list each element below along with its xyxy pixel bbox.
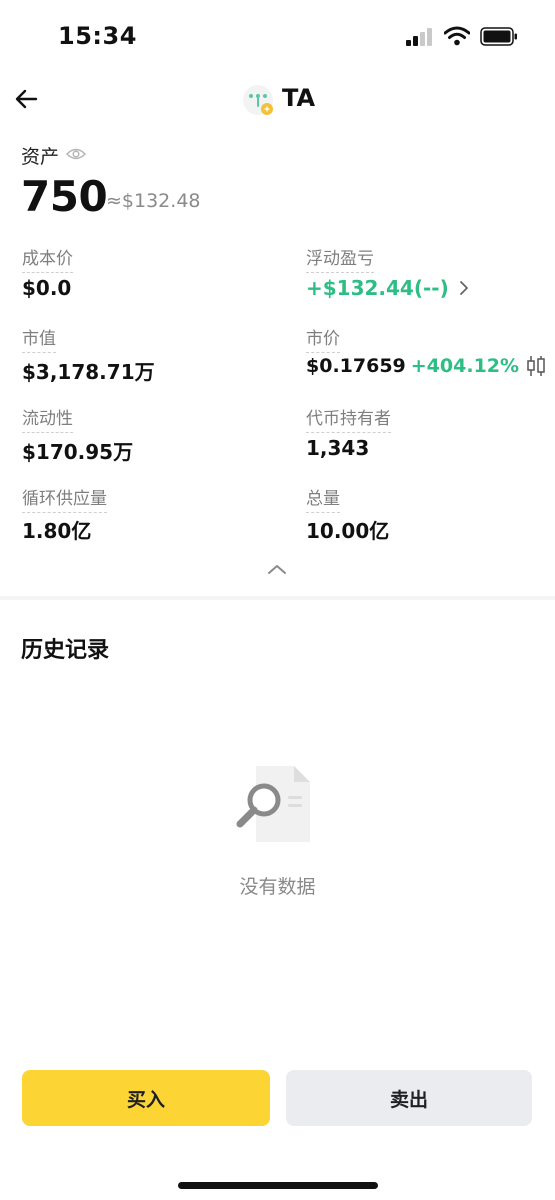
cost-price-value: $0.0 bbox=[22, 276, 72, 300]
token-logo-icon bbox=[243, 85, 273, 115]
no-data-search-document-icon bbox=[236, 766, 310, 842]
asset-label: 资产 bbox=[21, 146, 60, 168]
cellular-signal-icon bbox=[406, 28, 432, 46]
price-change-value: +404.12% bbox=[410, 355, 520, 377]
battery-icon bbox=[480, 27, 517, 46]
total-supply-value: 10.00亿 bbox=[306, 519, 390, 543]
liquidity-value: $170.95万 bbox=[22, 440, 134, 464]
market-cap-value: $3,178.71万 bbox=[22, 360, 155, 384]
circulating-supply-label: 循环供应量 bbox=[22, 484, 107, 513]
status-time: 15:34 bbox=[58, 22, 137, 50]
floating-pnl-value: +$132.44(--) bbox=[306, 276, 449, 300]
back-arrow-icon[interactable] bbox=[14, 86, 40, 112]
holders-value: 1,343 bbox=[306, 436, 370, 460]
market-price-value: $0.17659 bbox=[306, 355, 406, 377]
circulating-supply-value: 1.80亿 bbox=[22, 519, 92, 543]
liquidity-label: 流动性 bbox=[22, 404, 73, 433]
buy-button[interactable]: 买入 bbox=[22, 1070, 270, 1126]
market-cap-label: 市值 bbox=[22, 324, 56, 353]
token-title: TA bbox=[282, 84, 316, 112]
section-divider bbox=[0, 596, 555, 600]
home-indicator[interactable] bbox=[178, 1182, 378, 1189]
floating-pnl-row[interactable]: +$132.44(--) bbox=[306, 276, 471, 300]
market-price-label: 市价 bbox=[306, 324, 340, 353]
sell-button[interactable]: 卖出 bbox=[286, 1070, 532, 1126]
empty-state-text: 没有数据 bbox=[239, 876, 316, 898]
cost-price-label: 成本价 bbox=[22, 244, 73, 273]
total-supply-label: 总量 bbox=[306, 484, 340, 513]
chevron-right-icon bbox=[459, 281, 468, 295]
collapse-chevron-up-icon[interactable] bbox=[266, 562, 288, 576]
market-price-row: $0.17659 +404.12% bbox=[306, 354, 548, 378]
holders-label: 代币持有者 bbox=[306, 404, 391, 433]
wifi-icon bbox=[444, 26, 470, 46]
candlestick-chart-icon[interactable] bbox=[524, 354, 548, 378]
asset-usd-value: ≈$132.48 bbox=[106, 190, 201, 212]
eye-icon[interactable] bbox=[66, 146, 86, 162]
asset-amount: 750 bbox=[21, 172, 108, 221]
history-title: 历史记录 bbox=[21, 638, 110, 663]
floating-pnl-label: 浮动盈亏 bbox=[306, 244, 374, 273]
